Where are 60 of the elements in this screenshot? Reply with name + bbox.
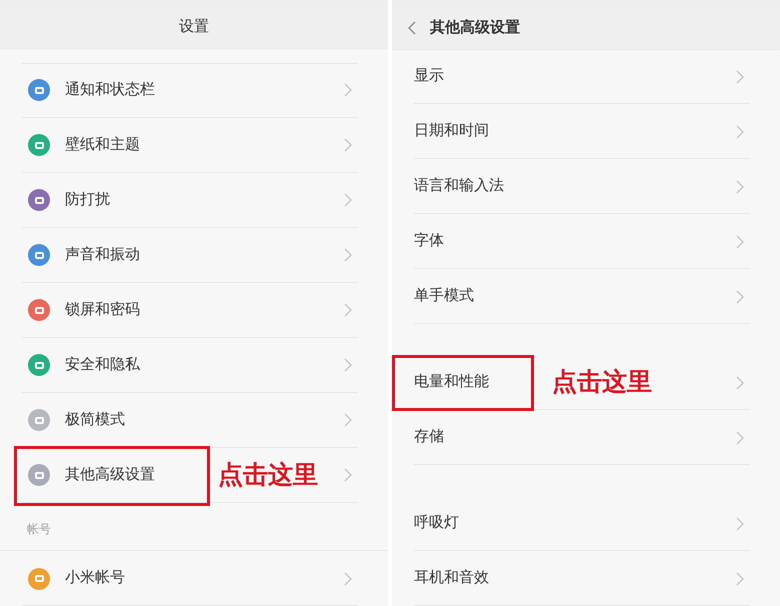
chevron-right-icon xyxy=(736,516,744,531)
screen-title: 其他高级设置 xyxy=(430,18,520,38)
settings-row[interactable]: 安全和隐私 xyxy=(0,338,388,393)
row-label: 声音和振动 xyxy=(65,245,140,266)
row-label: 通知和状态栏 xyxy=(65,80,155,100)
settings-row[interactable]: 耳机和音效 xyxy=(392,551,780,606)
row-label: 显示 xyxy=(414,66,444,86)
row-label: 安全和隐私 xyxy=(65,355,140,376)
row-label: 单手模式 xyxy=(414,286,474,306)
settings-row[interactable]: 声音和振动 xyxy=(0,228,388,283)
chevron-right-icon xyxy=(344,83,352,98)
section-header: 帐号 xyxy=(27,521,51,538)
row-label: 锁屏和密码 xyxy=(65,300,140,320)
row-label: 小米帐号 xyxy=(65,568,125,588)
chevron-right-icon xyxy=(344,193,352,208)
row-label: 极简模式 xyxy=(65,410,125,430)
settings-row[interactable]: 显示 xyxy=(392,49,780,104)
row-label: 语言和输入法 xyxy=(414,176,504,196)
row-label: 存储 xyxy=(414,427,444,448)
settings-row[interactable]: 存储 xyxy=(392,410,780,466)
settings-row[interactable]: 呼吸灯 xyxy=(392,496,780,552)
settings-row[interactable]: 防打扰 xyxy=(0,172,388,228)
row-label: 防打扰 xyxy=(65,190,110,210)
chevron-right-icon xyxy=(736,180,744,194)
chevron-right-icon xyxy=(736,124,744,139)
chevron-right-icon xyxy=(344,138,352,152)
row-label: 字体 xyxy=(414,231,444,252)
chevron-right-icon xyxy=(344,468,352,482)
settings-row[interactable]: 其他高级设置 点击这里 xyxy=(0,448,388,503)
row-label: 耳机和音效 xyxy=(414,568,489,588)
settings-row[interactable]: 壁纸和主题 xyxy=(0,118,388,173)
chevron-right-icon xyxy=(344,572,352,586)
settings-row[interactable]: 语言和输入法 xyxy=(392,159,780,214)
settings-row[interactable]: 字体 xyxy=(392,214,780,270)
row-label: 日期和时间 xyxy=(414,121,489,142)
chevron-right-icon xyxy=(736,290,744,304)
chevron-right-icon xyxy=(736,376,744,390)
settings-row[interactable]: 单手模式 xyxy=(392,269,780,324)
row-label: 其他高级设置 xyxy=(65,465,155,486)
chevron-right-icon xyxy=(344,303,352,318)
back-icon[interactable] xyxy=(408,20,416,35)
row-label: 呼吸灯 xyxy=(414,513,459,534)
annotation-text: 点击这里 xyxy=(218,460,318,491)
row-label: 电量和性能 xyxy=(414,372,489,392)
chevron-right-icon xyxy=(344,358,352,372)
settings-row[interactable]: 极简模式 xyxy=(0,392,388,448)
settings-row[interactable]: 通知和状态栏 xyxy=(0,62,388,118)
chevron-right-icon xyxy=(736,430,744,445)
settings-row[interactable]: 小米帐号 xyxy=(0,551,388,606)
row-label: 壁纸和主题 xyxy=(65,135,140,156)
chevron-right-icon xyxy=(736,572,744,586)
annotation-text: 点击这里 xyxy=(552,366,652,398)
screen-title: 设置 xyxy=(179,16,209,37)
settings-row[interactable]: 日期和时间 xyxy=(392,104,780,160)
settings-row[interactable]: 锁屏和密码 xyxy=(0,282,388,338)
chevron-right-icon xyxy=(344,413,352,428)
chevron-right-icon xyxy=(344,248,352,262)
settings-row[interactable]: 电量和性能 点击这里 xyxy=(392,355,780,410)
chevron-right-icon xyxy=(736,70,744,84)
chevron-right-icon xyxy=(736,234,744,249)
